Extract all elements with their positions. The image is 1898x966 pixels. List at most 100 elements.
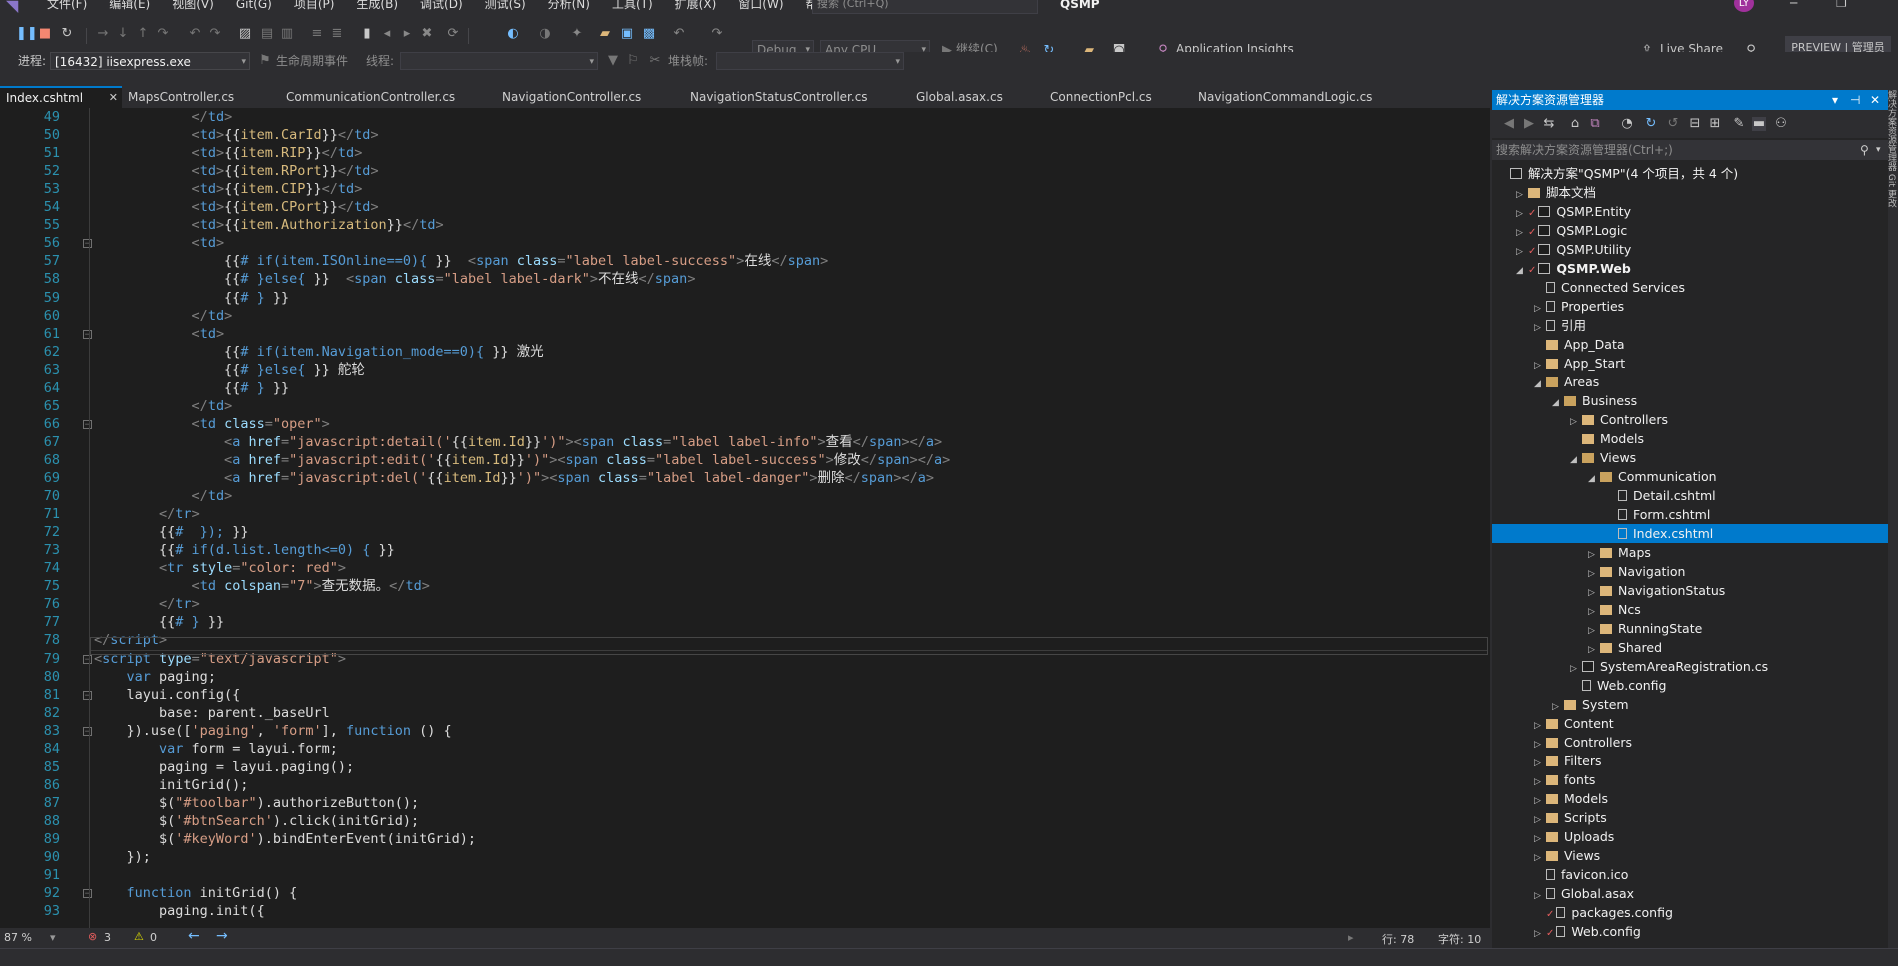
tree-node[interactable]: ▷ Maps [1492,543,1888,562]
forward-icon[interactable]: ▶ [1522,117,1536,131]
comment-icon[interactable]: ≡ [310,27,324,41]
stackframe-select[interactable]: ▾ [716,52,904,70]
save-all-icon[interactable]: ▩ [642,27,656,41]
code-line[interactable]: 57 {{# if(item.ISOnline==0){ }} <span cl… [0,252,1490,270]
code-line[interactable]: 51 <td>{{item.RIP}}</td> [0,144,1490,162]
step-into-icon[interactable]: ↓ [116,27,130,41]
cycle-icon[interactable]: ⟳ [446,27,460,41]
tree-node[interactable]: Form.cshtml [1492,505,1888,524]
tree-node[interactable]: ▷ Properties [1492,297,1888,316]
panel-dropdown-icon[interactable]: ▾ [1832,90,1838,110]
tree-node[interactable]: favicon.ico [1492,865,1888,884]
tab-close-icon[interactable]: ✕ [109,88,118,108]
fold-toggle-icon[interactable]: − [83,654,92,664]
pause-icon[interactable]: ❚❚ [16,27,38,41]
switch-views-icon[interactable]: ⧉ [1588,117,1602,131]
close-icon[interactable]: ✕ [1870,90,1880,110]
thread-select[interactable]: ▾ [400,52,598,70]
filter-icon[interactable]: ▥ [280,27,294,41]
code-line[interactable]: 52 <td>{{item.RPort}}</td> [0,162,1490,180]
save-icon[interactable]: ▣ [620,27,634,41]
parallel-icon[interactable]: ✂ [648,54,662,68]
code-line[interactable]: 76 </tr> [0,595,1490,613]
tab-communicationcontroller-cs[interactable]: CommunicationController.cs [286,86,455,108]
menu-item[interactable]: 视图(V) [161,0,225,12]
tree-node[interactable]: 解决方案"QSMP"(4 个项目，共 4 个) [1492,164,1888,183]
stop-refresh-icon[interactable]: ↺ [1666,117,1680,131]
code-line[interactable]: 69 <a href="javascript:del('{{item.Id}}'… [0,469,1490,487]
tab-navigationcommandlogic-cs[interactable]: NavigationCommandLogic.cs [1198,86,1372,108]
code-line[interactable]: 70 </td> [0,487,1490,505]
pin-icon[interactable]: ⊣ [1850,90,1860,110]
code-line[interactable]: 74 <tr style="color: red"> [0,559,1490,577]
flag-threads-icon[interactable]: ⚐ [626,54,640,68]
fold-toggle-icon[interactable]: − [83,726,92,736]
tree-node[interactable]: ▷ Models [1492,789,1888,808]
tab-connectionpcl-cs[interactable]: ConnectionPcl.cs [1050,86,1152,108]
diagram-icon[interactable]: ⚇ [1774,117,1788,131]
code-line[interactable]: 54 <td>{{item.CPort}}</td> [0,198,1490,216]
menu-item[interactable]: 窗口(W) [727,0,794,12]
zoom-dropdown-icon[interactable]: ▾ [50,931,56,944]
step-out-icon[interactable]: ↑ [136,27,150,41]
tree-node[interactable]: ▷ Global.asax [1492,884,1888,903]
tree-node[interactable]: ◢ Communication [1492,467,1888,486]
preview-icon[interactable]: ▬ [1752,117,1766,131]
stop-icon[interactable]: ■ [38,27,52,41]
tree-node[interactable]: ◢ Views [1492,448,1888,467]
scroll-left-icon[interactable]: ▸ [1348,931,1354,944]
code-line[interactable]: 59 {{# } }} [0,289,1490,307]
tree-node[interactable]: ▷ Controllers [1492,410,1888,429]
tree-node[interactable]: ▷ Content [1492,714,1888,733]
prev-bookmark-icon[interactable]: ◂ [380,27,394,41]
menu-item[interactable]: 分析(N) [537,0,601,12]
tree-node[interactable]: ▷ ✓ QSMP.Entity [1492,202,1888,221]
code-line[interactable]: 65 </td> [0,397,1490,415]
search-options-icon[interactable]: ▾ [1876,140,1881,160]
code-line[interactable]: 88 $('#btnSearch').click(initGrid); [0,812,1490,830]
show-all-files-icon[interactable]: ⊞ [1708,117,1722,131]
tab-navigationcontroller-cs[interactable]: NavigationController.cs [502,86,641,108]
search-icon[interactable]: ⚲ [1860,140,1869,160]
uncomment-icon[interactable]: ≣ [330,27,344,41]
code-editor[interactable]: 49 </td> 50 <td>{{item.CarId}}</td> 51 <td… [0,108,1490,928]
code-line[interactable]: 67 <a href="javascript:detail('{{item.Id… [0,433,1490,451]
clear-bookmarks-icon[interactable]: ✖ [420,27,434,41]
tree-node[interactable]: ▷ SystemAreaRegistration.cs [1492,657,1888,676]
fold-toggle-icon[interactable]: − [83,419,92,429]
code-line[interactable]: 63 {{# }else{ }} 舵轮 [0,361,1490,379]
filter-threads-icon[interactable]: ▼ [606,54,620,68]
tree-node[interactable]: ▷ ✓ QSMP.Logic [1492,221,1888,240]
warning-icon[interactable]: ⚠ [134,930,144,943]
menu-item[interactable]: 生成(B) [345,0,409,12]
code-line[interactable]: 90 }); [0,848,1490,866]
code-line[interactable]: 85 paging = layui.paging(); [0,758,1490,776]
undo-step-icon[interactable]: ↶ [188,27,202,41]
code-line[interactable]: 82 base: parent._baseUrl [0,704,1490,722]
threads-icon[interactable]: ▤ [260,27,274,41]
back-icon[interactable]: ◀ [1502,117,1516,131]
bookmark-icon[interactable]: ▮ [360,27,374,41]
code-line[interactable]: 73 {{# if(d.list.length<=0) { }} [0,541,1490,559]
code-line[interactable]: 75 <td colspan="7">查无数据。</td> [0,577,1490,595]
new-project-icon[interactable]: ✦ [570,27,584,41]
tree-node[interactable]: App_Data [1492,335,1888,354]
nav-back-icon[interactable]: ← [188,928,200,944]
code-line[interactable]: 49 </td> [0,108,1490,126]
tree-node[interactable]: ◢ ✓ QSMP.Web [1492,259,1888,278]
code-line[interactable]: 53 <td>{{item.CIP}}</td> [0,180,1490,198]
redo-step-icon[interactable]: ↷ [208,27,222,41]
tree-node[interactable]: ▷ Navigation [1492,562,1888,581]
code-line[interactable]: 62 {{# if(item.Navigation_mode==0){ }} 激… [0,343,1490,361]
tree-node[interactable]: ▷ Ncs [1492,600,1888,619]
code-line[interactable]: 61 <td> − [0,325,1490,343]
menu-item[interactable]: 测试(S) [474,0,537,12]
code-line[interactable]: 77 {{# } }} [0,613,1490,631]
menu-item[interactable]: Git(G) [225,0,283,12]
code-line[interactable]: 56 <td> − [0,234,1490,252]
tab-mapscontroller-cs[interactable]: MapsController.cs [128,86,234,108]
restart-icon[interactable]: ↻ [60,27,74,41]
code-line[interactable]: 83 }).use(['paging', 'form'], function (… [0,722,1490,740]
tree-node[interactable]: ▷ RunningState [1492,619,1888,638]
code-line[interactable]: 60 </td> [0,307,1490,325]
